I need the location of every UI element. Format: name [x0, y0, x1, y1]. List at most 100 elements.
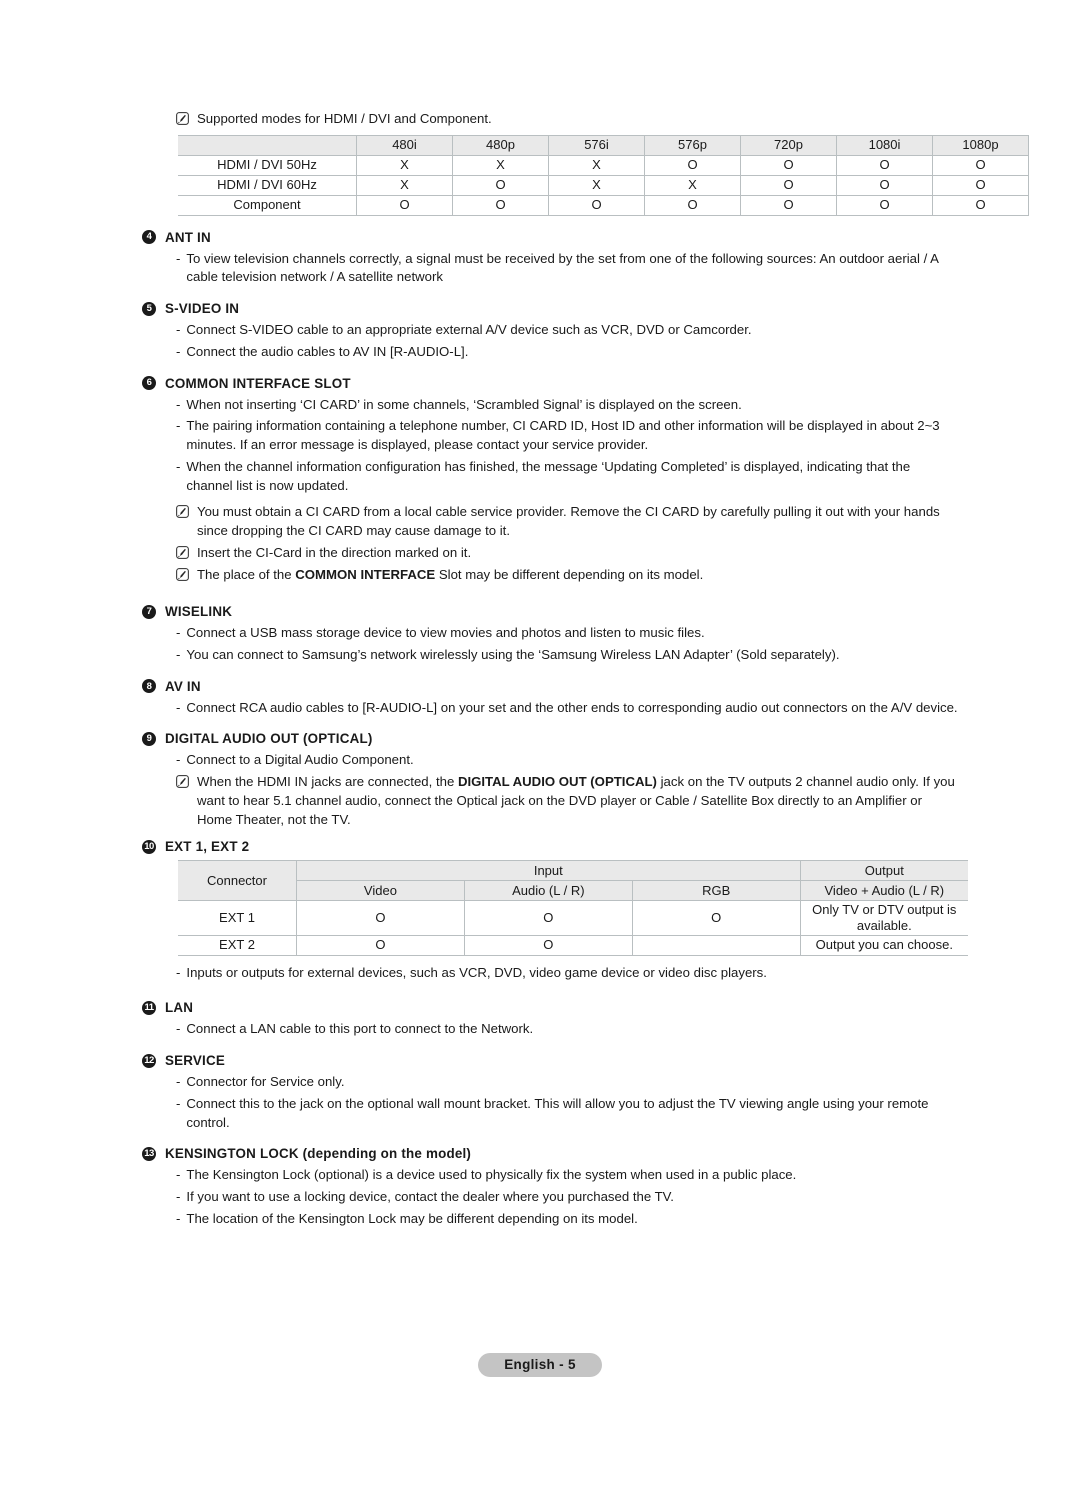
section-number-badge: 10: [142, 839, 156, 854]
note-text: The place of the COMMON INTERFACE Slot m…: [197, 566, 704, 582]
dash-marker: -: [176, 458, 181, 474]
ext-row-1-label: EXT 2: [178, 934, 297, 956]
ext-subheader-audio: Audio (L / R): [463, 880, 633, 902]
section-heading-ant-in: 4 ANT IN: [142, 230, 960, 245]
bullet-list-service: - Connector for Service only. - Connect …: [176, 1073, 960, 1132]
list-item-text: When not inserting ‘CI CARD’ in some cha…: [186, 396, 742, 412]
modes-row-2-label: Component: [178, 194, 357, 216]
section-heading-ext: 10 EXT 1, EXT 2: [142, 839, 960, 854]
intro-note: Supported modes for HDMI / DVI and Compo…: [176, 110, 960, 129]
section-title: WISELINK: [165, 604, 233, 620]
note-text: You must obtain a CI CARD from a local c…: [197, 504, 940, 539]
section-title: S-VIDEO IN: [165, 301, 240, 317]
section-heading-common-interface-slot: 6 COMMON INTERFACE SLOT: [142, 376, 960, 391]
ext-subheader-video: Video: [296, 880, 465, 902]
section-title: LAN: [165, 1000, 194, 1016]
list-item-text: The pairing information containing a tel…: [186, 418, 940, 453]
modes-row-1-val-6: O: [932, 174, 1029, 196]
page-footer: English - 5: [0, 1353, 1080, 1377]
list-item: - Inputs or outputs for external devices…: [176, 964, 960, 983]
dash-marker: -: [176, 396, 181, 412]
list-item: - Connect to a Digital Audio Component.: [176, 751, 960, 770]
list-item-text: If you want to use a locking device, con…: [186, 1189, 674, 1205]
modes-row-2-val-5: O: [836, 194, 933, 216]
list-item: - Connect the audio cables to AV IN [R-A…: [176, 343, 960, 362]
section-title: EXT 1, EXT 2: [165, 839, 250, 855]
list-item-text: Connect S-VIDEO cable to an appropriate …: [186, 322, 752, 338]
section-heading-kensington-lock: 13 KENSINGTON LOCK (depending on the mod…: [142, 1146, 960, 1161]
dash-marker: -: [176, 625, 181, 641]
note-item: When the HDMI IN jacks are connected, th…: [176, 773, 960, 829]
section-title: DIGITAL AUDIO OUT (OPTICAL): [165, 731, 373, 747]
section-number-badge: 8: [142, 679, 156, 694]
list-item-text: To view television channels correctly, a…: [186, 250, 939, 285]
section-title: ANT IN: [165, 229, 211, 245]
section-title: KENSINGTON LOCK (depending on the model): [165, 1146, 472, 1162]
note-pencil-icon: [176, 775, 189, 789]
modes-col-6: 1080p: [932, 134, 1029, 156]
page-number-badge: English - 5: [478, 1353, 602, 1377]
note-block-digital-audio-out: When the HDMI IN jacks are connected, th…: [176, 773, 960, 829]
modes-row-1-val-0: X: [356, 174, 453, 196]
modes-row-0-val-6: O: [932, 154, 1029, 176]
list-item: - The Kensington Lock (optional) is a de…: [176, 1166, 960, 1185]
modes-col-1: 480p: [452, 134, 549, 156]
list-item-text: Inputs or outputs for external devices, …: [186, 964, 767, 980]
modes-col-4: 720p: [740, 134, 837, 156]
modes-row-0-val-2: X: [548, 154, 645, 176]
ext-row-0-video: O: [296, 900, 465, 936]
ext-input-header: Input: [296, 860, 801, 882]
note-block-common-interface-slot: You must obtain a CI CARD from a local c…: [176, 503, 960, 584]
section-number-badge: 6: [142, 376, 156, 391]
dash-marker: -: [176, 1074, 181, 1090]
list-item: - The pairing information containing a t…: [176, 417, 960, 454]
modes-row-2-val-0: O: [356, 194, 453, 216]
list-item-text: Connect the audio cables to AV IN [R-AUD…: [186, 343, 469, 359]
list-item: - When not inserting ‘CI CARD’ in some c…: [176, 396, 960, 415]
ext-output-header: Output: [799, 860, 968, 882]
modes-row-1-label: HDMI / DVI 60Hz: [178, 174, 357, 196]
dash-marker: -: [176, 1095, 181, 1111]
note-pencil-icon: [176, 545, 189, 559]
section-heading-service: 12 SERVICE: [142, 1053, 960, 1068]
ext-subheader-rgb: RGB: [631, 880, 801, 902]
note-item: The place of the COMMON INTERFACE Slot m…: [176, 566, 960, 585]
section-heading-lan: 11 LAN: [142, 1000, 960, 1015]
bullet-list-common-interface-slot: - When not inserting ‘CI CARD’ in some c…: [176, 396, 960, 496]
ext-row-1-output: Output you can choose.: [799, 934, 968, 956]
bullet-list-s-video-in: - Connect S-VIDEO cable to an appropriat…: [176, 321, 960, 361]
list-item: - Connect a LAN cable to this port to co…: [176, 1020, 960, 1039]
section-heading-av-in: 8 AV IN: [142, 679, 960, 694]
bullet-list-kensington-lock: - The Kensington Lock (optional) is a de…: [176, 1166, 960, 1228]
dash-marker: -: [176, 1189, 181, 1205]
document-page: Supported modes for HDMI / DVI and Compo…: [0, 0, 1080, 1488]
modes-row-1-val-1: O: [452, 174, 549, 196]
list-item-text: You can connect to Samsung’s network wir…: [186, 647, 840, 663]
note-pencil-icon: [176, 567, 189, 581]
modes-row-1-val-4: O: [740, 174, 837, 196]
modes-row-2-val-4: O: [740, 194, 837, 216]
modes-row-2-val-1: O: [452, 194, 549, 216]
table-row: EXT 1 O O O Only TV or DTV output is ava…: [178, 900, 968, 936]
dash-marker: -: [176, 343, 181, 359]
list-item: - Connect RCA audio cables to [R-AUDIO-L…: [176, 699, 960, 718]
list-item: - When the channel information configura…: [176, 458, 960, 495]
list-item: - To view television channels correctly,…: [176, 250, 960, 287]
section-heading-digital-audio-out: 9 DIGITAL AUDIO OUT (OPTICAL): [142, 731, 960, 746]
ext-row-1-video: O: [296, 934, 465, 956]
table-header-row: 480i 480p 576i 576p 720p 1080i 1080p: [178, 134, 1029, 156]
section-number-badge: 11: [142, 1000, 156, 1015]
list-item-text: Connect a USB mass storage device to vie…: [186, 625, 705, 641]
modes-col-5: 1080i: [836, 134, 933, 156]
supported-modes-table: 480i 480p 576i 576p 720p 1080i 1080p HDM…: [178, 134, 1029, 216]
dash-marker: -: [176, 1210, 181, 1226]
section-title: COMMON INTERFACE SLOT: [165, 375, 351, 391]
list-item: - The location of the Kensington Lock ma…: [176, 1210, 960, 1229]
list-item: - Connector for Service only.: [176, 1073, 960, 1092]
dash-marker: -: [176, 1167, 181, 1183]
section-title: SERVICE: [165, 1053, 225, 1069]
section-heading-s-video-in: 5 S-VIDEO IN: [142, 301, 960, 316]
modes-row-1-val-3: X: [644, 174, 741, 196]
table-row: Component O O O O O O O: [178, 194, 1029, 216]
modes-row-0-val-3: O: [644, 154, 741, 176]
